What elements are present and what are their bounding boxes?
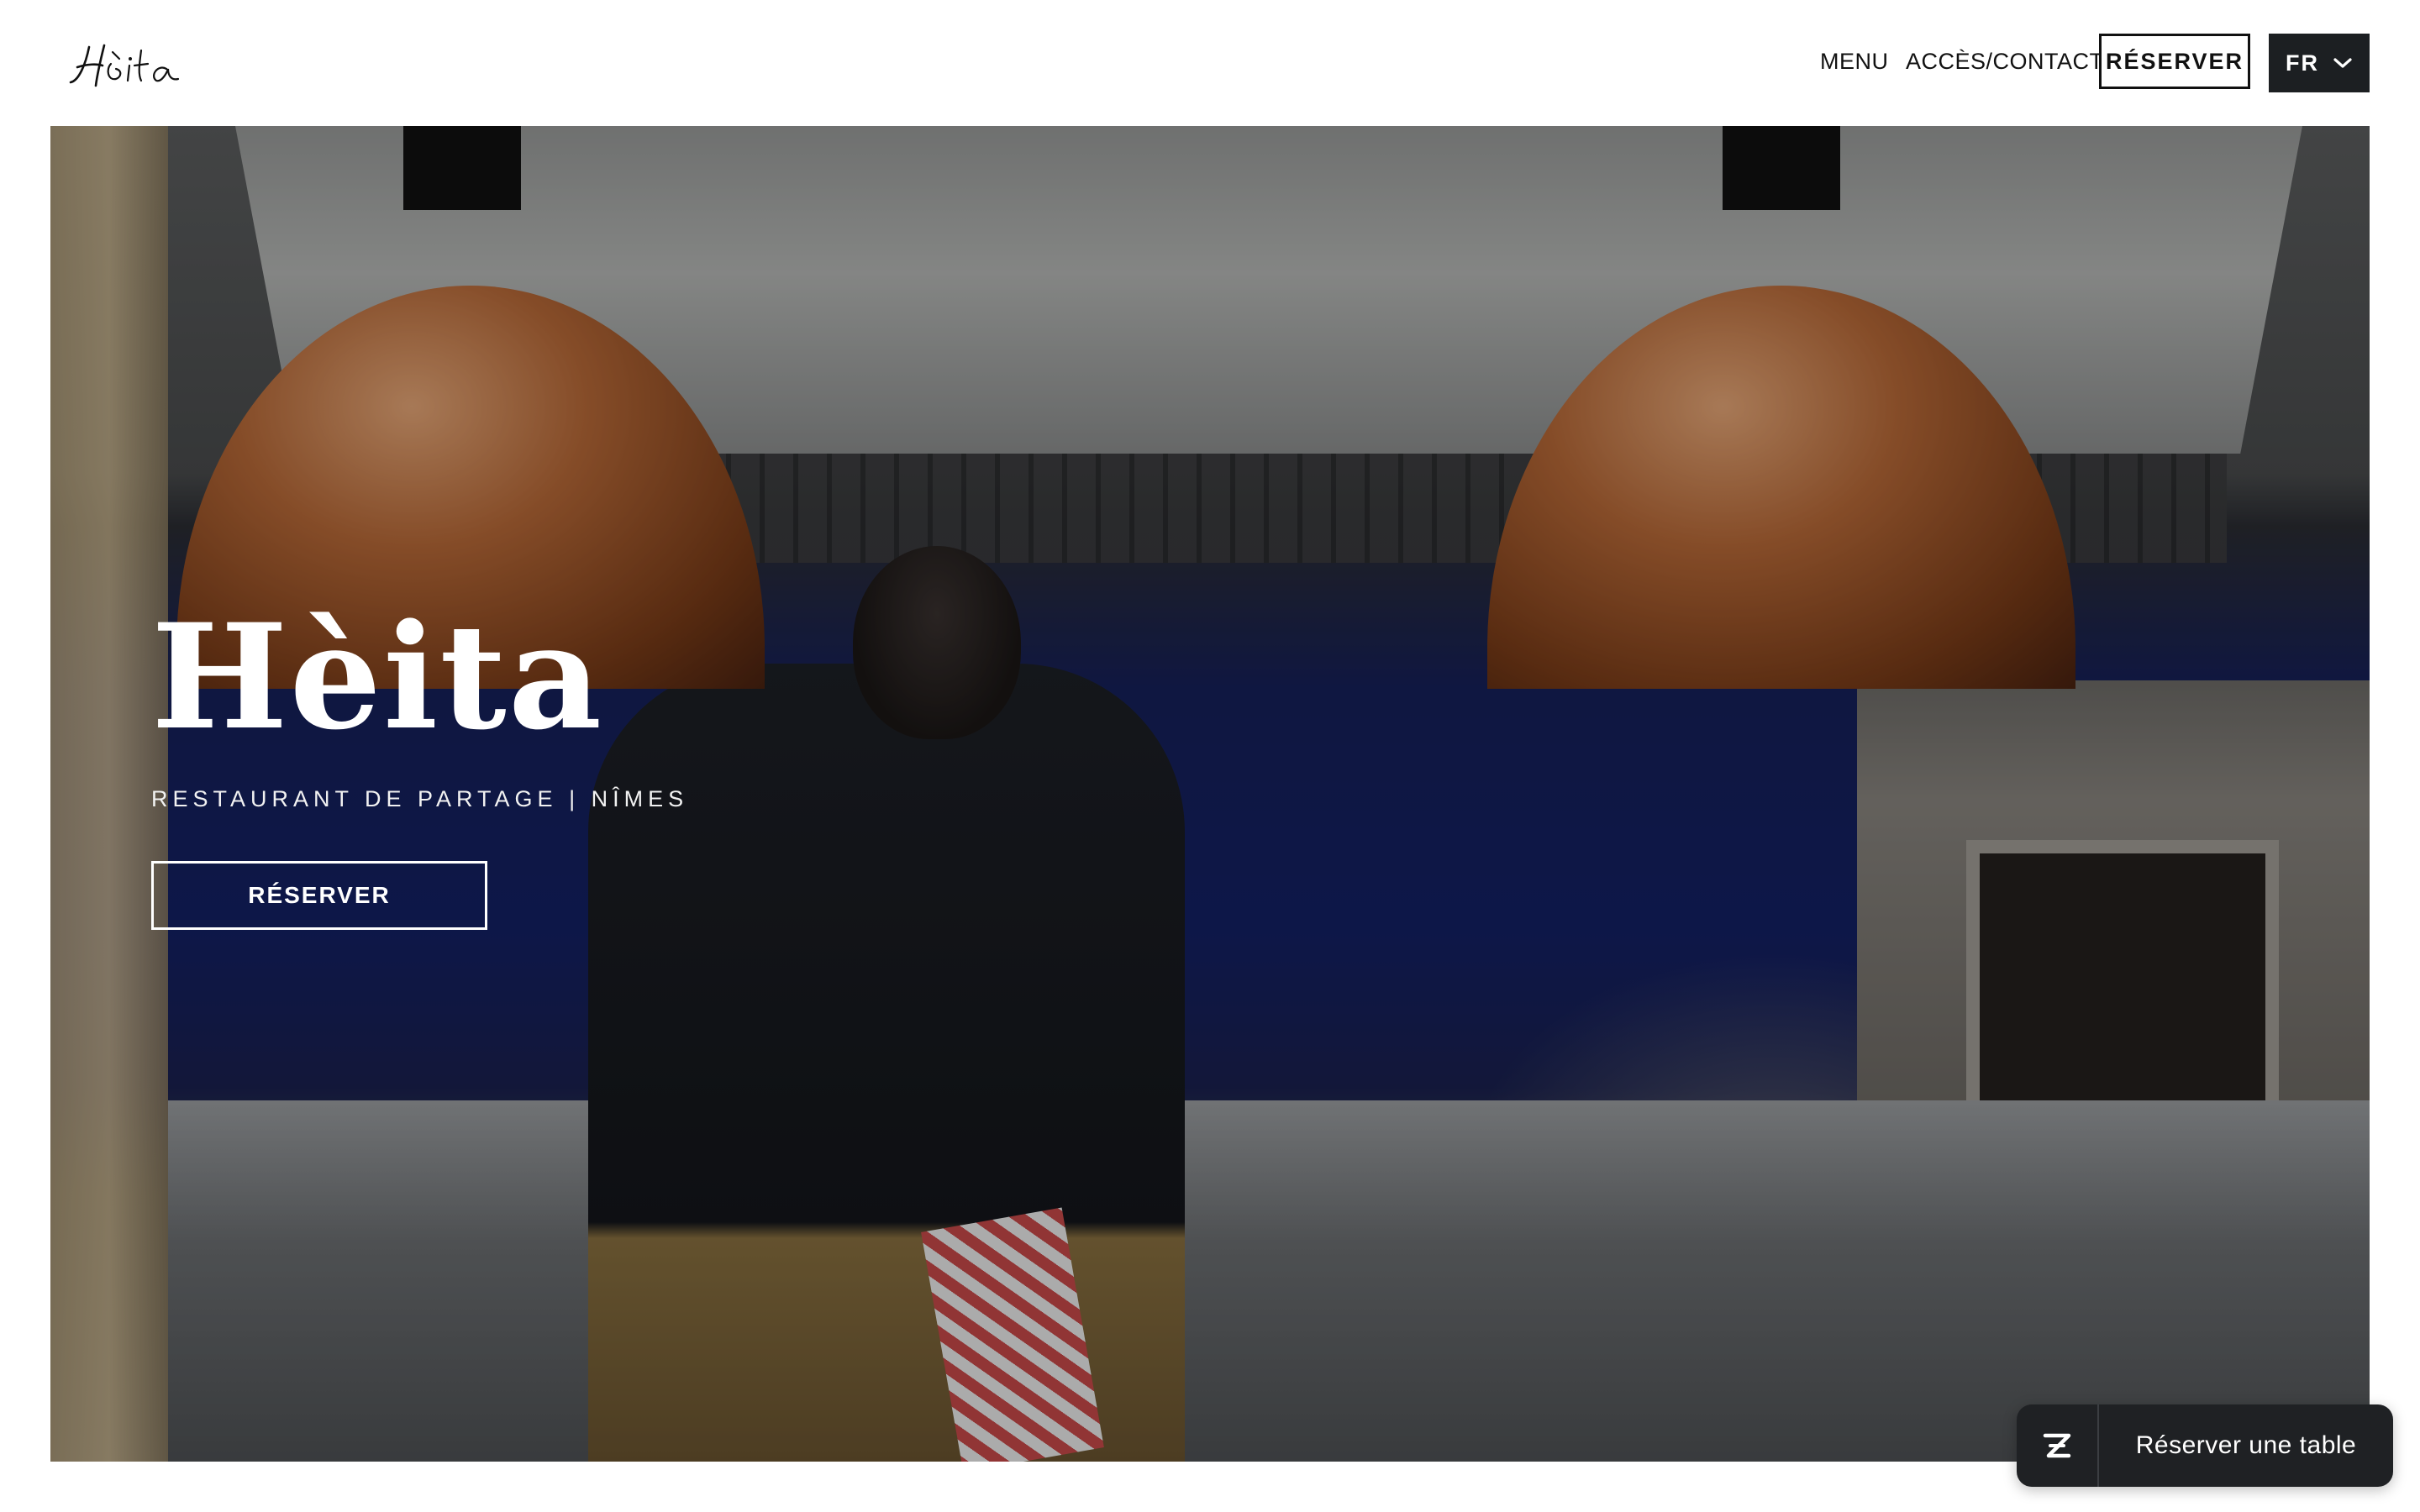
hero-subtitle: RESTAURANT DE PARTAGE | NÎMES <box>151 786 689 811</box>
hero-content: Hèita RESTAURANT DE PARTAGE | NÎMES RÉSE… <box>151 605 688 930</box>
logo[interactable] <box>60 30 187 97</box>
nav-contact-link[interactable]: ACCÈS/CONTACT <box>1906 49 2104 75</box>
chevron-down-icon <box>2333 58 2352 68</box>
hero-section: Hèita RESTAURANT DE PARTAGE | NÎMES RÉSE… <box>50 126 2370 1462</box>
hero-reserve-button[interactable]: RÉSERVER <box>151 861 487 930</box>
hero-title: Hèita <box>151 591 604 762</box>
site-header: MENU ACCÈS/CONTACT RÉSERVER FR <box>0 0 2420 126</box>
nav-menu-link[interactable]: MENU <box>1820 49 1889 75</box>
language-selector[interactable]: FR <box>2269 34 2370 92</box>
heita-script-logo-icon <box>69 44 180 87</box>
language-selected: FR <box>2286 50 2319 76</box>
hero-reserve-label: RÉSERVER <box>248 882 391 908</box>
reserve-table-widget[interactable]: Réserver une table <box>2017 1404 2393 1487</box>
header-reserve-button[interactable]: RÉSERVER <box>2099 34 2250 89</box>
zenchef-z-icon <box>2017 1404 2099 1487</box>
widget-label: Réserver une table <box>2135 1431 2357 1459</box>
header-reserve-label: RÉSERVER <box>2105 48 2244 74</box>
